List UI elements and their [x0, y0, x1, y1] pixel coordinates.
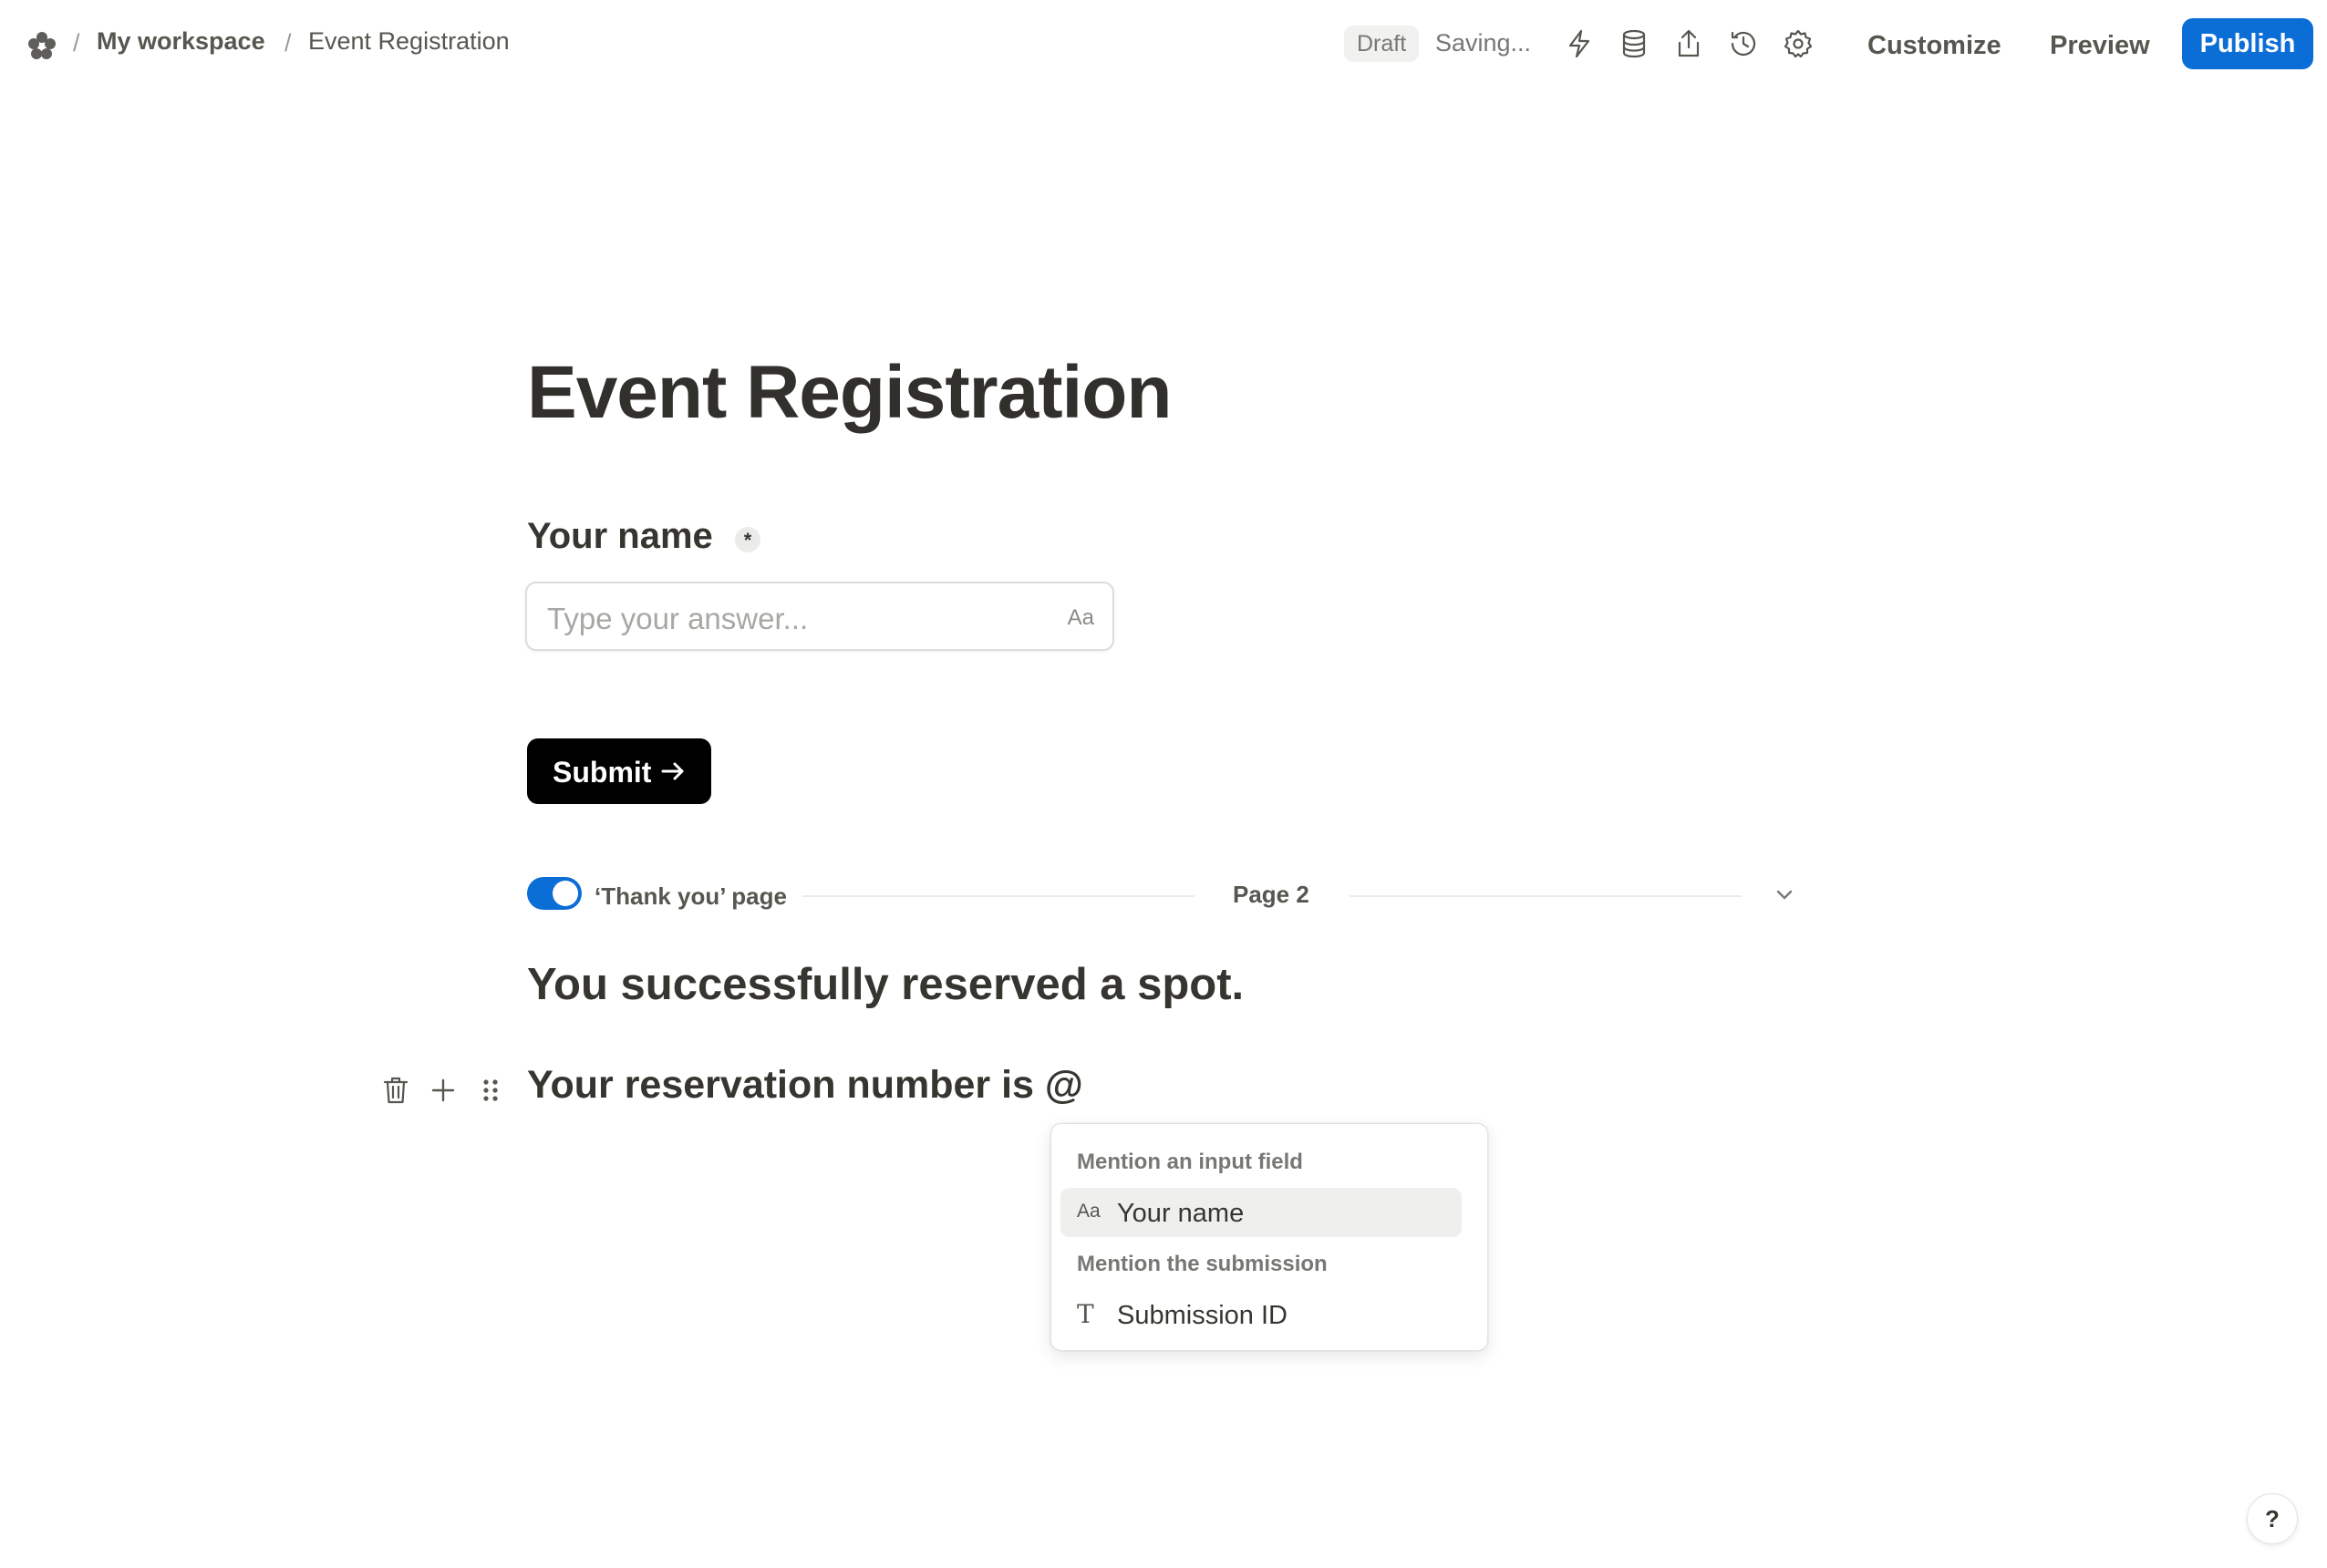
- breadcrumb-separator: /: [284, 29, 292, 57]
- trash-icon[interactable]: [379, 1074, 412, 1107]
- page-divider-right: [1350, 895, 1742, 897]
- lightning-icon[interactable]: [1563, 27, 1596, 60]
- answer-input[interactable]: Type your answer... Aa: [525, 582, 1114, 651]
- drag-handle-icon[interactable]: [474, 1074, 507, 1107]
- mention-item-your-name[interactable]: Aa Your name: [1060, 1188, 1462, 1237]
- flower-logo-icon[interactable]: [26, 29, 58, 62]
- mention-item-label: Your name: [1117, 1199, 1245, 1228]
- save-status: Saving...: [1435, 29, 1532, 57]
- status-badge: Draft: [1344, 26, 1420, 62]
- mention-item-label: Submission ID: [1117, 1301, 1288, 1330]
- mention-item-submission-id[interactable]: T Submission ID: [1060, 1290, 1462, 1339]
- form-editor-page: / My workspace / Event Registration Draf…: [0, 0, 2327, 1568]
- breadcrumb-workspace[interactable]: My workspace: [97, 27, 265, 56]
- mention-menu: Mention an input field Aa Your name Ment…: [1050, 1123, 1488, 1351]
- text-t-icon: T: [1077, 1299, 1094, 1329]
- publish-button[interactable]: Publish: [2182, 18, 2313, 69]
- form-title[interactable]: Event Registration: [527, 350, 1172, 436]
- gear-icon[interactable]: [1782, 27, 1815, 60]
- text-type-icon: Aa: [1067, 605, 1094, 630]
- customize-button[interactable]: Customize: [1851, 22, 2018, 69]
- field-label[interactable]: Your name: [527, 516, 713, 557]
- plus-icon[interactable]: [427, 1074, 460, 1107]
- page-divider-left: [802, 895, 1195, 897]
- text-type-icon: Aa: [1077, 1201, 1101, 1222]
- database-icon[interactable]: [1618, 27, 1650, 60]
- thank-you-label: ‘Thank you’ page: [595, 882, 787, 910]
- page-label: Page 2: [1233, 881, 1309, 908]
- thank-you-heading[interactable]: You successfully reserved a spot.: [527, 959, 1244, 1010]
- arrow-right-icon: [661, 762, 684, 780]
- breadcrumb-current[interactable]: Event Registration: [308, 27, 510, 56]
- input-placeholder: Type your answer...: [547, 602, 809, 635]
- thank-you-toggle[interactable]: [527, 877, 582, 910]
- submit-button[interactable]: Submit: [527, 738, 711, 804]
- help-button[interactable]: ?: [2247, 1493, 2298, 1544]
- mention-section-inputs: Mention an input field: [1077, 1150, 1303, 1174]
- chevron-down-icon[interactable]: [1771, 881, 1798, 908]
- submit-label: Submit: [553, 756, 652, 789]
- toggle-knob: [553, 881, 578, 906]
- history-icon[interactable]: [1727, 27, 1760, 60]
- mention-section-submission: Mention the submission: [1077, 1252, 1328, 1276]
- reservation-text-block[interactable]: Your reservation number is @: [527, 1063, 1083, 1108]
- required-indicator[interactable]: *: [735, 527, 760, 552]
- share-icon[interactable]: [1672, 27, 1705, 60]
- breadcrumb-separator: /: [73, 29, 80, 57]
- preview-button[interactable]: Preview: [2033, 22, 2167, 69]
